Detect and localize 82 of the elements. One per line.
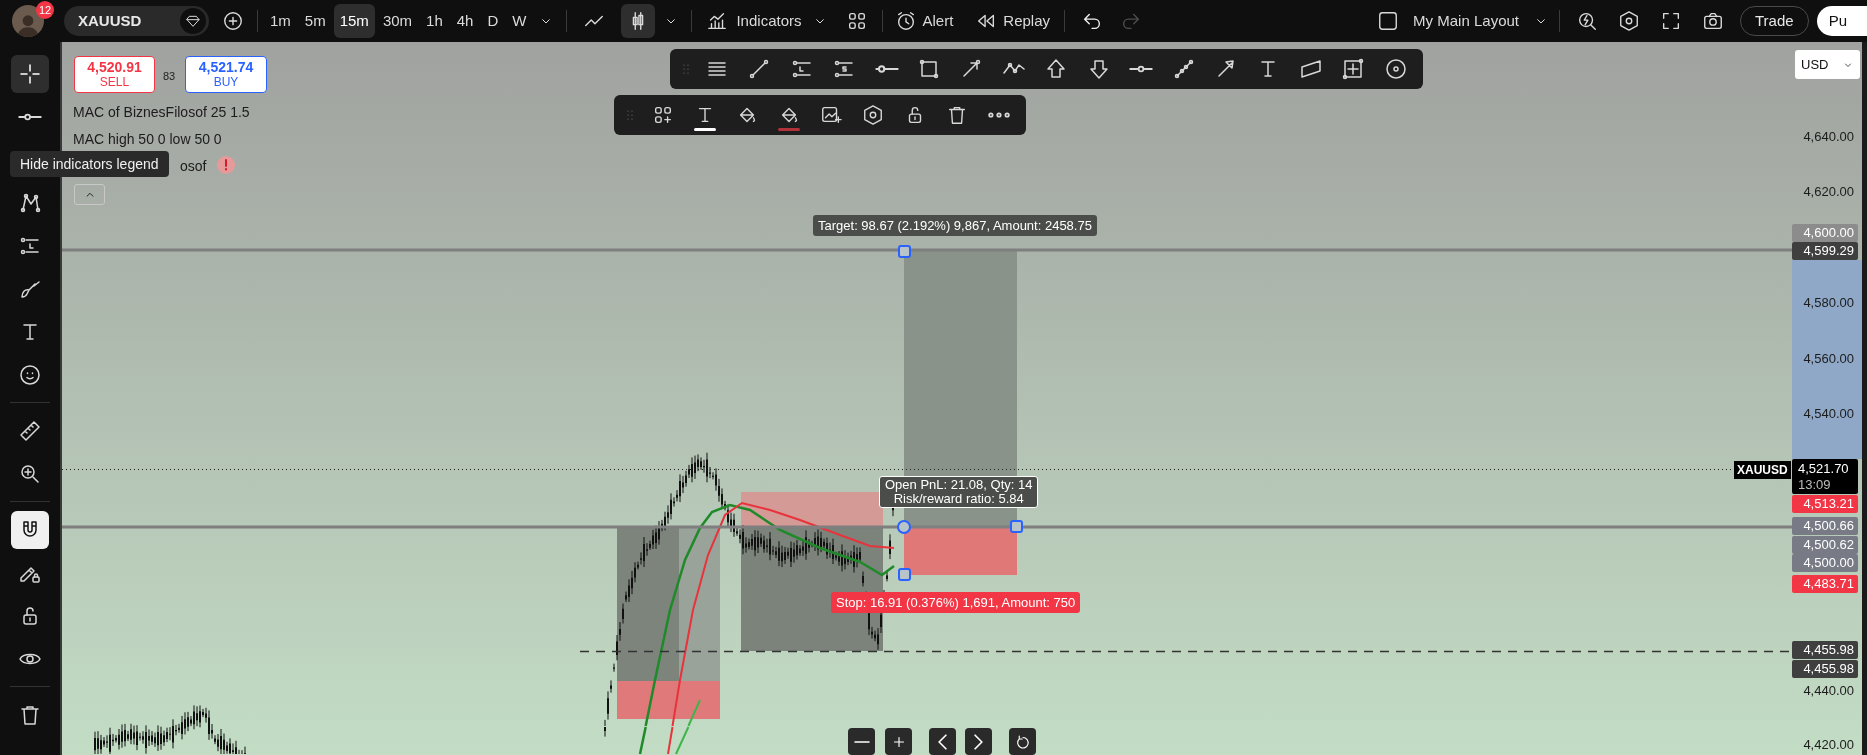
timeframe-button[interactable]: 15m	[333, 4, 375, 38]
crosshair-tool-button[interactable]	[11, 54, 49, 93]
target-icon	[1383, 57, 1408, 81]
price-tick-label: 4,620.00	[1802, 183, 1854, 201]
buy-button[interactable]: 4,521.74 BUY	[185, 56, 267, 93]
price-label: 4,513.21	[1792, 495, 1858, 513]
timeframe-button[interactable]: 4h	[450, 4, 480, 38]
candlestick-chart-button[interactable]	[621, 4, 656, 38]
stop-label: Stop: 16.91 (0.376%) 1,691, Amount: 750	[831, 592, 1081, 613]
bar-chart-icon	[706, 10, 729, 32]
horizontal-line-icon	[18, 112, 42, 121]
price-label: 4,600.00	[1792, 224, 1858, 242]
price-label: 4,455.98	[1792, 641, 1858, 659]
open-pnl-text: Open PnL: 21.08, Qty: 14	[885, 478, 1033, 492]
replay-button[interactable]: Replay	[975, 4, 1051, 38]
more-icon	[988, 112, 1010, 118]
grid-plus-icon	[652, 104, 674, 126]
magnet-mode-button[interactable]	[11, 510, 49, 549]
settings-icon	[1618, 10, 1640, 32]
price-tick-label: 4,580.00	[1802, 294, 1854, 312]
publish-button[interactable]: Pu	[1816, 6, 1867, 36]
price-label: 4,599.29	[1792, 242, 1858, 260]
target-label: Target: 98.67 (2.192%) 9,867, Amount: 2458.75	[813, 215, 1097, 236]
chevron-right-icon	[974, 733, 983, 750]
price-tick-label: 4,560.00	[1802, 350, 1854, 368]
risk-reward-text: Risk/reward ratio: 5.84	[893, 492, 1024, 506]
settings-icon	[862, 104, 884, 126]
timeframe-button[interactable]: 30m	[376, 4, 419, 38]
symbol-price-tag: XAUUSD	[1734, 461, 1791, 479]
scroll-right-button[interactable]	[965, 728, 992, 755]
box-grid-icon	[1341, 57, 1366, 81]
indicators-button[interactable]: Indicators	[706, 4, 802, 38]
square-icon	[1377, 10, 1400, 32]
price-label: 4,500.00	[1792, 554, 1858, 572]
zoom-out-button[interactable]	[848, 728, 875, 755]
currency-dropdown[interactable]: USD	[1795, 50, 1860, 79]
chevron-left-icon	[938, 733, 947, 750]
trash-icon	[946, 104, 968, 126]
layout-menu-button[interactable]: My Main Layout	[1377, 4, 1549, 38]
indicator-legend-text[interactable]: MAC high 50 0 low 50 0	[73, 129, 222, 150]
price-label: 4,455.98	[1792, 660, 1858, 678]
zoom-in-button[interactable]	[885, 728, 912, 755]
timeframe-button[interactable]: D	[481, 4, 505, 38]
bar-countdown-text: 13:09	[1798, 476, 1831, 493]
reset-chart-button[interactable]	[1009, 728, 1036, 755]
horizontal-ray-icon	[874, 65, 899, 73]
price-label: 4,483.71	[1792, 575, 1858, 593]
scroll-left-button[interactable]	[929, 728, 956, 755]
last-price-text: 4,521.70	[1798, 460, 1849, 477]
spread-value: 83	[163, 69, 176, 84]
tooltip: Hide indicators legend	[10, 151, 169, 177]
price-tick-label: 4,540.00	[1802, 405, 1854, 423]
smiley-icon	[18, 362, 42, 387]
price-label: 4,500.62	[1792, 536, 1858, 554]
timeframe-button[interactable]: 1h	[420, 4, 449, 38]
timeframe-button[interactable]: 5m	[298, 4, 332, 38]
fullscreen-icon	[1660, 10, 1682, 32]
symbol-search-button[interactable]: XAUUSD	[64, 6, 209, 36]
sell-button[interactable]: 4,520.91 SELL	[74, 56, 155, 93]
minus-icon	[853, 739, 870, 744]
ruler-icon	[18, 418, 42, 443]
crosshair-icon	[18, 61, 42, 86]
notification-badge: 12	[36, 1, 55, 19]
warning-icon	[216, 155, 236, 175]
alert-button[interactable]: Alert	[894, 4, 954, 38]
chart-plus-icon	[820, 104, 842, 126]
color-underline	[778, 128, 800, 131]
price-tick-label: 4,640.00	[1802, 128, 1854, 146]
indicator-legend-text[interactable]: MAC of BiznesFilosof 25 1.5	[73, 102, 250, 123]
lightning-search-icon	[1576, 10, 1598, 32]
indicator-legend-text[interactable]: osof	[180, 156, 207, 177]
plus-circle-icon	[222, 10, 244, 32]
camera-icon	[1702, 10, 1724, 32]
timeframe-button[interactable]: 1m	[264, 4, 297, 38]
timeframe-button[interactable]: W	[506, 4, 533, 38]
price-tick-label: 4,440.00	[1802, 682, 1854, 700]
color-underline	[694, 128, 716, 131]
price-tick-label: 4,420.00	[1802, 736, 1854, 754]
dot-line-icon	[1129, 65, 1154, 73]
parallel-channel-icon	[1298, 57, 1323, 81]
price-label: 4,500.66	[1792, 517, 1858, 535]
diamond-icon	[185, 13, 201, 29]
